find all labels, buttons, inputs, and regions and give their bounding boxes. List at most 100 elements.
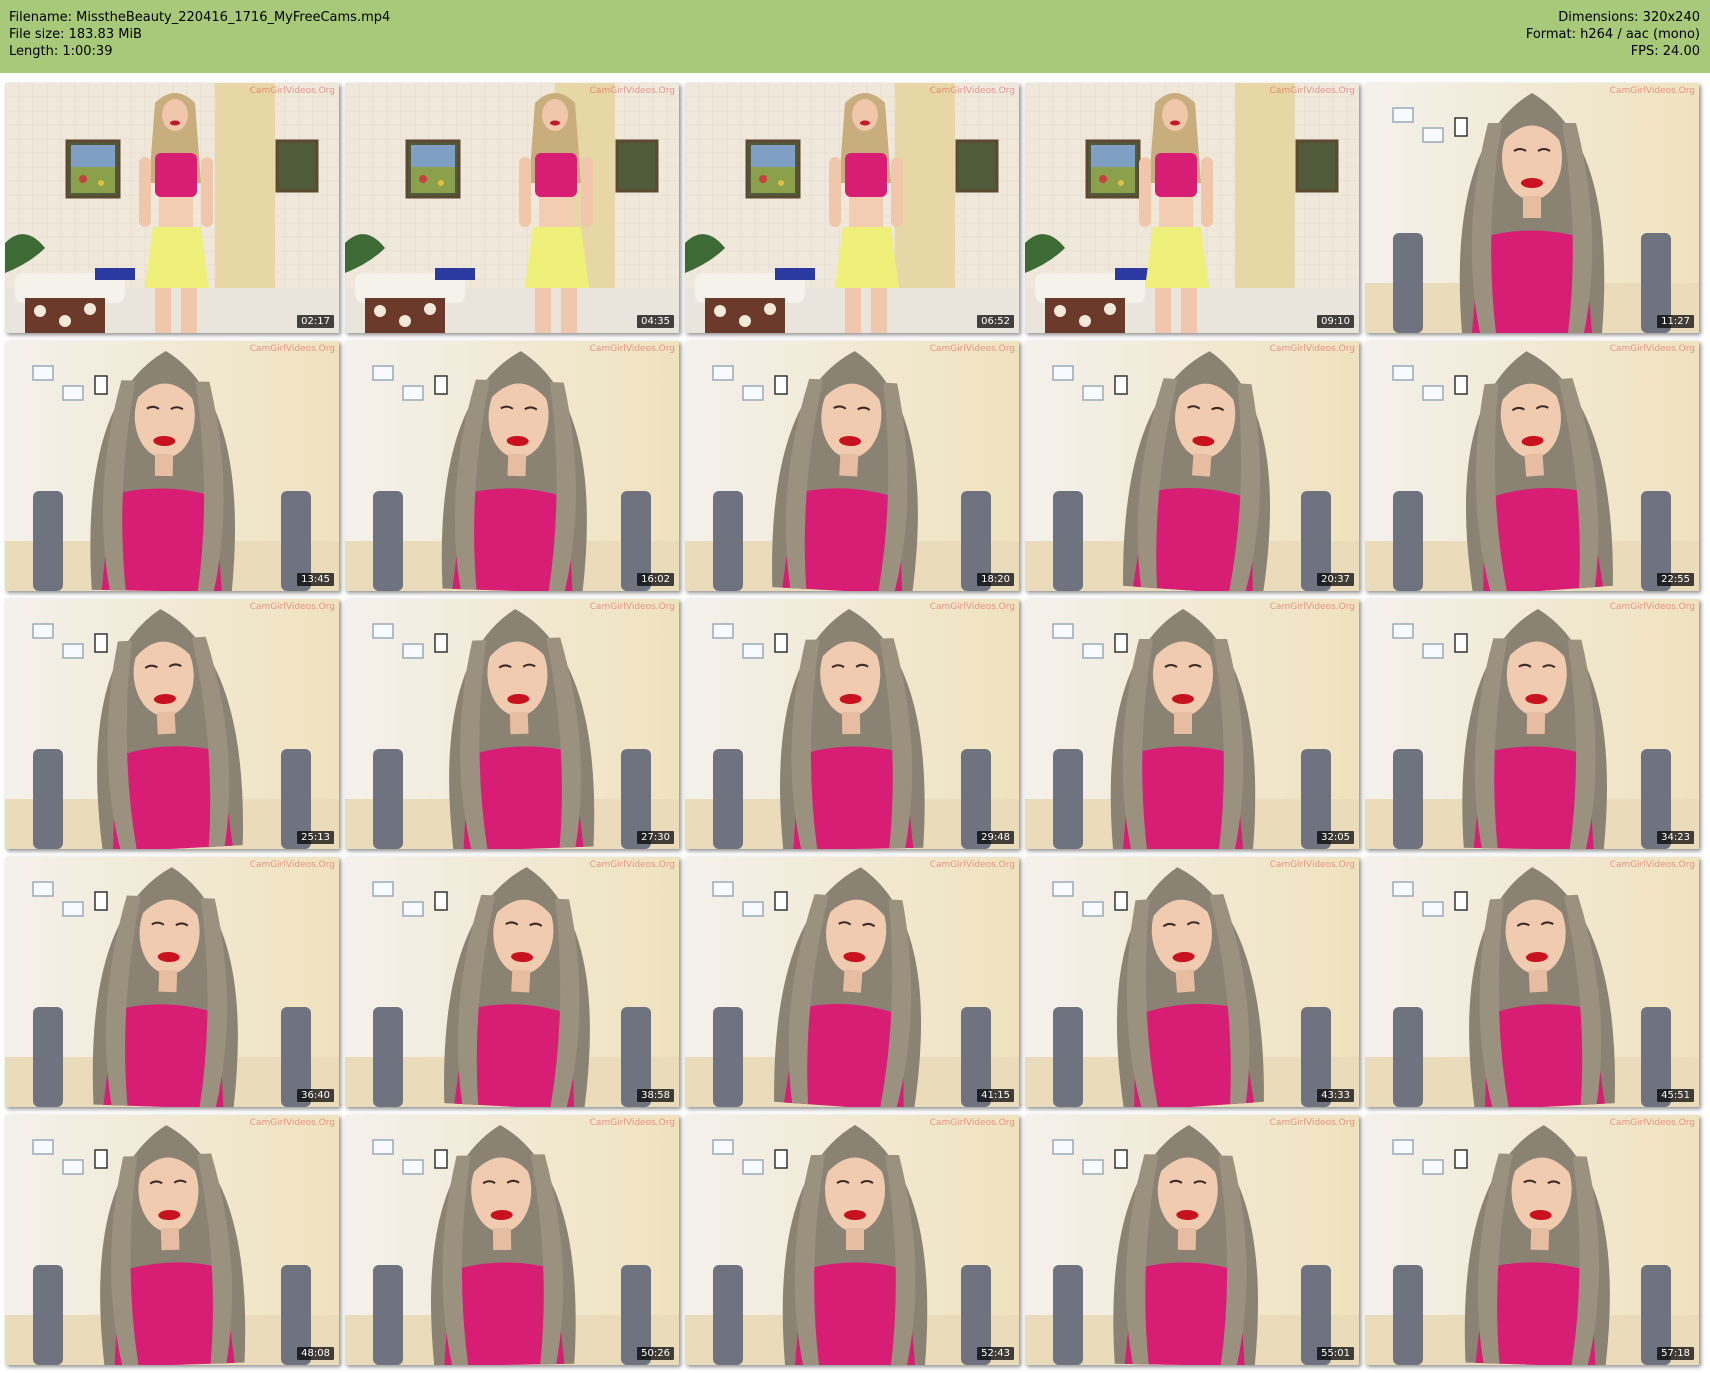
frame-image (1365, 341, 1699, 591)
timestamp-label: 34:23 (1657, 831, 1694, 844)
video-thumbnail: CamGirlVideos.Org 45:51 (1365, 857, 1699, 1107)
frame-image (685, 1115, 1019, 1365)
timestamp-label: 20:37 (1317, 573, 1354, 586)
timestamp-label: 29:48 (977, 831, 1014, 844)
frame-image (5, 83, 339, 333)
video-thumbnail: CamGirlVideos.Org 52:43 (685, 1115, 1019, 1365)
video-thumbnail: CamGirlVideos.Org 16:02 (345, 341, 679, 591)
watermark-text: CamGirlVideos.Org (929, 1118, 1015, 1128)
frame-image (685, 83, 1019, 333)
timestamp-label: 27:30 (637, 831, 674, 844)
timestamp-label: 38:58 (637, 1089, 674, 1102)
frame-image (1365, 1115, 1699, 1365)
video-thumbnail: CamGirlVideos.Org 06:52 (685, 83, 1019, 333)
frame-image (345, 341, 679, 591)
length-label: Length: 1:00:39 (9, 44, 113, 59)
watermark-text: CamGirlVideos.Org (589, 86, 675, 96)
timestamp-label: 18:20 (977, 573, 1014, 586)
video-thumbnail: CamGirlVideos.Org 18:20 (685, 341, 1019, 591)
frame-image (5, 341, 339, 591)
video-thumbnail: CamGirlVideos.Org 22:55 (1365, 341, 1699, 591)
watermark-text: CamGirlVideos.Org (249, 86, 335, 96)
timestamp-label: 25:13 (297, 831, 334, 844)
video-thumbnail: CamGirlVideos.Org 27:30 (345, 599, 679, 849)
timestamp-label: 57:18 (1657, 1347, 1694, 1360)
video-thumbnail: CamGirlVideos.Org 29:48 (685, 599, 1019, 849)
watermark-text: CamGirlVideos.Org (1609, 860, 1695, 870)
watermark-text: CamGirlVideos.Org (1609, 1118, 1695, 1128)
frame-image (345, 1115, 679, 1365)
frame-image (685, 857, 1019, 1107)
watermark-text: CamGirlVideos.Org (1269, 1118, 1355, 1128)
watermark-text: CamGirlVideos.Org (1269, 860, 1355, 870)
dimensions-label: Dimensions: 320x240 (1558, 10, 1700, 25)
watermark-text: CamGirlVideos.Org (1269, 86, 1355, 96)
watermark-text: CamGirlVideos.Org (249, 602, 335, 612)
watermark-text: CamGirlVideos.Org (929, 602, 1015, 612)
watermark-text: CamGirlVideos.Org (249, 344, 335, 354)
thumbnail-grid: CamGirlVideos.Org 02:17 CamGirlVideos.Org… (5, 83, 1699, 1365)
timestamp-label: 50:26 (637, 1347, 674, 1360)
watermark-text: CamGirlVideos.Org (589, 860, 675, 870)
timestamp-label: 43:33 (1317, 1089, 1354, 1102)
watermark-text: CamGirlVideos.Org (1269, 344, 1355, 354)
timestamp-label: 48:08 (297, 1347, 334, 1360)
video-thumbnail: CamGirlVideos.Org 34:23 (1365, 599, 1699, 849)
timestamp-label: 52:43 (977, 1347, 1014, 1360)
watermark-text: CamGirlVideos.Org (589, 602, 675, 612)
timestamp-label: 36:40 (297, 1089, 334, 1102)
watermark-text: CamGirlVideos.Org (1269, 602, 1355, 612)
timestamp-label: 06:52 (977, 315, 1014, 328)
watermark-text: CamGirlVideos.Org (929, 86, 1015, 96)
watermark-text: CamGirlVideos.Org (589, 344, 675, 354)
watermark-text: CamGirlVideos.Org (249, 860, 335, 870)
timestamp-label: 04:35 (637, 315, 674, 328)
info-left: Filename: MisstheBeauty_220416_1716_MyFr… (9, 9, 390, 60)
frame-image (685, 599, 1019, 849)
video-thumbnail: CamGirlVideos.Org 36:40 (5, 857, 339, 1107)
video-thumbnail: CamGirlVideos.Org 48:08 (5, 1115, 339, 1365)
timestamp-label: 55:01 (1317, 1347, 1354, 1360)
frame-image (1025, 857, 1359, 1107)
watermark-text: CamGirlVideos.Org (1609, 602, 1695, 612)
frame-image (1025, 341, 1359, 591)
video-thumbnail: CamGirlVideos.Org 25:13 (5, 599, 339, 849)
timestamp-label: 41:15 (977, 1089, 1014, 1102)
format-label: Format: h264 / aac (mono) (1525, 27, 1700, 42)
timestamp-label: 11:27 (1657, 315, 1694, 328)
video-thumbnail: CamGirlVideos.Org 20:37 (1025, 341, 1359, 591)
video-thumbnail: CamGirlVideos.Org 57:18 (1365, 1115, 1699, 1365)
video-thumbnail: CamGirlVideos.Org 50:26 (345, 1115, 679, 1365)
timestamp-label: 45:51 (1657, 1089, 1694, 1102)
frame-image (1365, 83, 1699, 333)
timestamp-label: 09:10 (1317, 315, 1354, 328)
timestamp-label: 22:55 (1657, 573, 1694, 586)
watermark-text: CamGirlVideos.Org (249, 1118, 335, 1128)
video-thumbnail: CamGirlVideos.Org 43:33 (1025, 857, 1359, 1107)
frame-image (5, 599, 339, 849)
video-thumbnail: CamGirlVideos.Org 38:58 (345, 857, 679, 1107)
frame-image (345, 857, 679, 1107)
frame-image (1025, 1115, 1359, 1365)
video-thumbnail: CamGirlVideos.Org 09:10 (1025, 83, 1359, 333)
timestamp-label: 16:02 (637, 573, 674, 586)
frame-image (345, 599, 679, 849)
watermark-text: CamGirlVideos.Org (929, 860, 1015, 870)
frame-image (1025, 599, 1359, 849)
video-thumbnail: CamGirlVideos.Org 32:05 (1025, 599, 1359, 849)
video-thumbnail: CamGirlVideos.Org 11:27 (1365, 83, 1699, 333)
video-thumbnail: CamGirlVideos.Org 41:15 (685, 857, 1019, 1107)
frame-image (1365, 599, 1699, 849)
timestamp-label: 32:05 (1317, 831, 1354, 844)
frame-image (5, 857, 339, 1107)
watermark-text: CamGirlVideos.Org (589, 1118, 675, 1128)
file-size-label: File size: 183.83 MiB (9, 27, 142, 42)
video-thumbnail: CamGirlVideos.Org 02:17 (5, 83, 339, 333)
frame-image (345, 83, 679, 333)
fps-label: FPS: 24.00 (1630, 44, 1700, 59)
timestamp-label: 02:17 (297, 315, 334, 328)
frame-image (1365, 857, 1699, 1107)
filename-label: Filename: MisstheBeauty_220416_1716_MyFr… (9, 10, 391, 25)
watermark-text: CamGirlVideos.Org (1609, 344, 1695, 354)
video-thumbnail: CamGirlVideos.Org 04:35 (345, 83, 679, 333)
